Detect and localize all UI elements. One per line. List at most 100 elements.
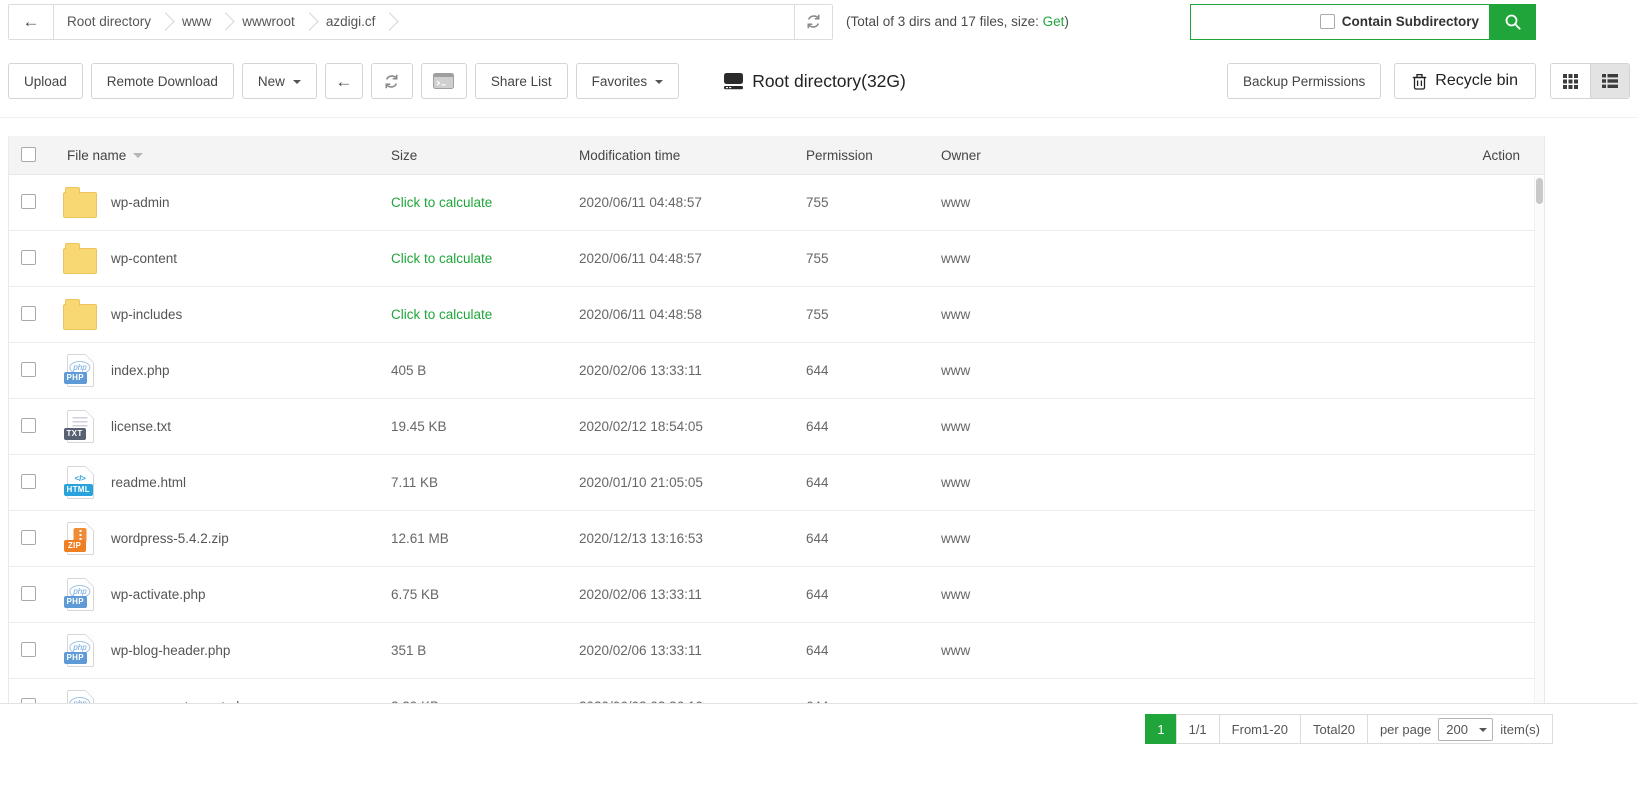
- table-row[interactable]: TXT license.txt 19.45 KB 2020/02/12 18:5…: [9, 399, 1544, 455]
- file-name-link[interactable]: wp-activate.php: [111, 587, 206, 602]
- file-name-link[interactable]: wp-blog-header.php: [111, 643, 230, 658]
- breadcrumb-items: Root directory www wwwroot azdigi.cf: [54, 5, 794, 39]
- file-name-link[interactable]: wp-comments-post.php: [111, 699, 251, 703]
- size-value: 12.61 MB: [391, 531, 449, 546]
- permission-value: 644: [806, 643, 941, 658]
- table-row[interactable]: wp-includes Click to calculate 2020/06/1…: [9, 287, 1544, 343]
- search-button[interactable]: [1490, 4, 1536, 40]
- file-name-link[interactable]: wp-admin: [111, 195, 170, 210]
- favorites-menu-button[interactable]: Favorites: [576, 63, 680, 99]
- file-table-section: File name Size Modification time Permiss…: [0, 136, 1638, 704]
- row-checkbox[interactable]: [21, 194, 36, 209]
- file-name-link[interactable]: license.txt: [111, 419, 171, 434]
- table-row[interactable]: phpPHP index.php 405 B 2020/02/06 13:33:…: [9, 343, 1544, 399]
- table-header: File name Size Modification time Permiss…: [9, 137, 1544, 175]
- breadcrumb-item[interactable]: Root directory: [67, 14, 151, 29]
- table-row[interactable]: </>HTML readme.html 7.11 KB 2020/01/10 2…: [9, 455, 1544, 511]
- table-scrollbar[interactable]: [1534, 176, 1544, 703]
- php-file-icon: phpPHP: [67, 634, 94, 667]
- file-table-body: wp-admin Click to calculate 2020/06/11 0…: [9, 175, 1544, 703]
- page-indicator: 1/1: [1176, 714, 1220, 744]
- recycle-bin-label: Recycle bin: [1435, 72, 1518, 90]
- chevron-down-icon: [1479, 728, 1487, 736]
- owner-value: www: [941, 475, 1424, 490]
- size-value[interactable]: Click to calculate: [391, 195, 492, 210]
- table-row[interactable]: wp-content Click to calculate 2020/06/11…: [9, 231, 1544, 287]
- backup-permissions-button[interactable]: Backup Permissions: [1227, 63, 1381, 99]
- row-checkbox[interactable]: [21, 530, 36, 545]
- row-checkbox[interactable]: [21, 474, 36, 489]
- zip-file-icon: ZIP: [67, 522, 94, 555]
- go-back-button[interactable]: ←: [325, 63, 363, 99]
- back-button[interactable]: ←: [9, 5, 54, 39]
- modification-time: 2020/06/02 03:26:10: [579, 699, 806, 703]
- owner-value: www: [941, 195, 1424, 210]
- file-name-link[interactable]: wp-includes: [111, 307, 182, 322]
- column-header-owner: Owner: [941, 148, 1424, 163]
- share-list-button[interactable]: Share List: [475, 63, 568, 99]
- terminal-button[interactable]: [421, 63, 467, 99]
- column-header-permission: Permission: [806, 148, 941, 163]
- size-value: 7.11 KB: [391, 475, 438, 490]
- backup-permissions-label: Backup Permissions: [1243, 74, 1365, 89]
- breadcrumb-item[interactable]: wwwroot: [242, 14, 295, 29]
- folder-icon: [63, 248, 97, 274]
- table-row[interactable]: ZIP wordpress-5.4.2.zip 12.61 MB 2020/12…: [9, 511, 1544, 567]
- refresh-icon: [383, 73, 400, 90]
- breadcrumb-separator-icon: [381, 12, 399, 30]
- upload-button[interactable]: Upload: [8, 63, 83, 99]
- refresh-button[interactable]: [371, 63, 413, 99]
- owner-value: www: [941, 363, 1424, 378]
- file-name-link[interactable]: wp-content: [111, 251, 177, 266]
- breadcrumb-item[interactable]: www: [182, 14, 211, 29]
- grid-view-button[interactable]: [1551, 64, 1590, 98]
- get-size-link[interactable]: Get: [1043, 14, 1065, 29]
- size-value[interactable]: Click to calculate: [391, 251, 492, 266]
- select-all-checkbox[interactable]: [21, 147, 36, 162]
- row-checkbox[interactable]: [21, 418, 36, 433]
- file-name-link[interactable]: index.php: [111, 363, 170, 378]
- row-checkbox[interactable]: [21, 698, 36, 704]
- permission-value: 644: [806, 587, 941, 602]
- per-page-select[interactable]: 200: [1438, 718, 1493, 741]
- new-menu-button[interactable]: New: [242, 63, 317, 99]
- refresh-icon: [805, 13, 822, 30]
- contain-subdirectory-option[interactable]: Contain Subdirectory: [1320, 14, 1489, 29]
- recycle-bin-button[interactable]: Recycle bin: [1394, 63, 1536, 99]
- chevron-down-icon: [293, 80, 301, 88]
- column-header-file-name[interactable]: File name: [57, 148, 391, 163]
- dir-summary-text: (Total of 3 dirs and 17 files, size:: [846, 14, 1043, 29]
- per-page-value: 200: [1446, 722, 1468, 737]
- scrollbar-thumb[interactable]: [1536, 178, 1543, 204]
- modification-time: 2020/01/10 21:05:05: [579, 475, 806, 490]
- size-value[interactable]: Click to calculate: [391, 307, 492, 322]
- modification-time: 2020/02/06 13:33:11: [579, 587, 806, 602]
- row-checkbox[interactable]: [21, 306, 36, 321]
- table-row[interactable]: wp-admin Click to calculate 2020/06/11 0…: [9, 175, 1544, 231]
- remote-download-button[interactable]: Remote Download: [91, 63, 234, 99]
- breadcrumb-item[interactable]: azdigi.cf: [326, 14, 376, 29]
- table-row[interactable]: phpPHP wp-blog-header.php 351 B 2020/02/…: [9, 623, 1544, 679]
- grid-view-icon: [1563, 74, 1578, 89]
- modification-time: 2020/06/11 04:48:57: [579, 195, 806, 210]
- table-row[interactable]: phpPHP wp-activate.php 6.75 KB 2020/02/0…: [9, 567, 1544, 623]
- file-table: File name Size Modification time Permiss…: [8, 136, 1545, 703]
- file-name-link[interactable]: wordpress-5.4.2.zip: [111, 531, 229, 546]
- row-checkbox[interactable]: [21, 642, 36, 657]
- path-refresh-button[interactable]: [794, 5, 832, 39]
- breadcrumb: ← Root directory www wwwroot azdigi.cf: [8, 4, 833, 40]
- new-label: New: [258, 74, 285, 89]
- search-input[interactable]: [1191, 5, 1320, 39]
- per-page-box: per page 200 item(s): [1367, 714, 1553, 744]
- list-view-button[interactable]: [1590, 64, 1629, 98]
- page-1-button[interactable]: 1: [1145, 714, 1176, 744]
- row-checkbox[interactable]: [21, 362, 36, 377]
- table-row[interactable]: phpPHP wp-comments-post.php 2.29 KB 2020…: [9, 679, 1544, 703]
- file-name-link[interactable]: readme.html: [111, 475, 186, 490]
- row-checkbox[interactable]: [21, 586, 36, 601]
- contain-subdirectory-checkbox[interactable]: [1320, 14, 1335, 29]
- permission-value: 644: [806, 699, 941, 703]
- modification-time: 2020/02/12 18:54:05: [579, 419, 806, 434]
- row-checkbox[interactable]: [21, 250, 36, 265]
- permission-value: 644: [806, 419, 941, 434]
